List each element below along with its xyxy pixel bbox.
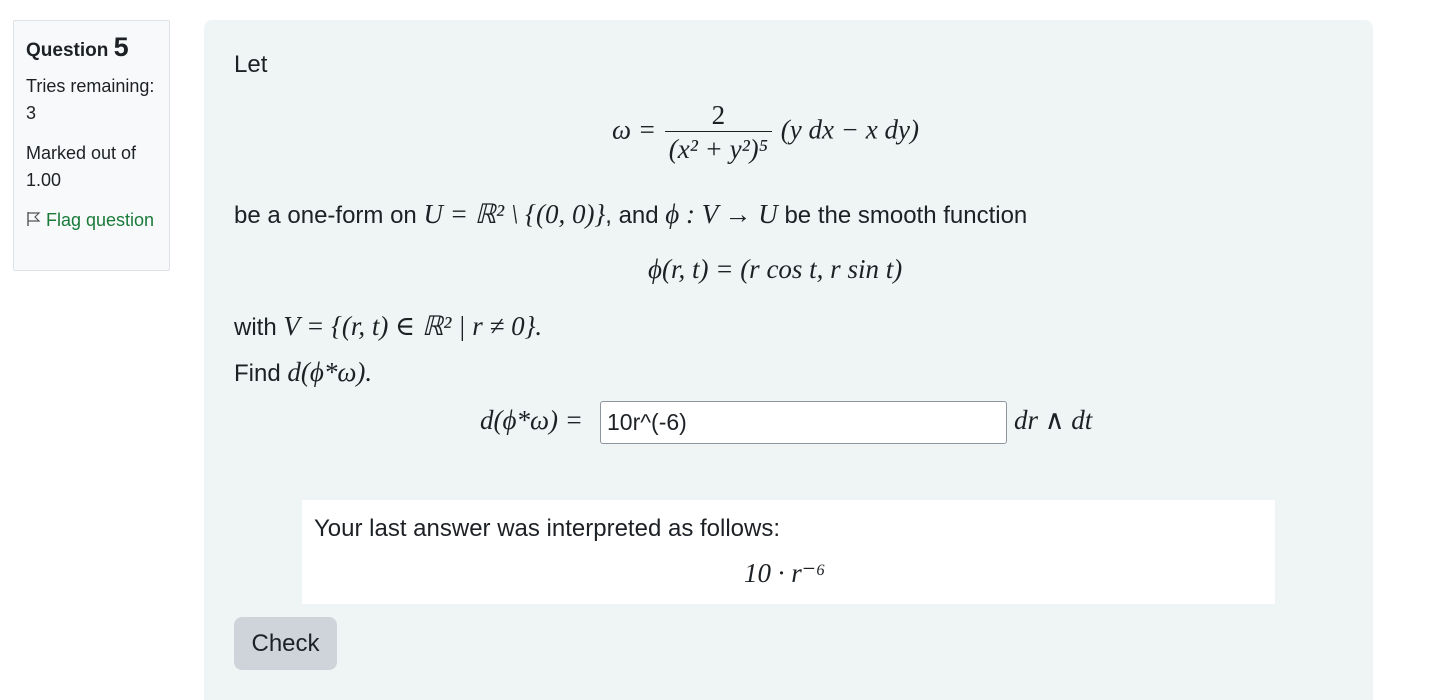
question-info-panel: Question 5 Tries remaining: 3 Marked out… (13, 20, 170, 271)
question-label: Question (26, 40, 109, 61)
omega-definition: ω = 2 (x² + y²)⁵ (y dx − x dy) (612, 100, 919, 165)
feedback-interpreted: 10 · r⁻⁶ (744, 558, 825, 589)
answer-lhs: d(ϕ*ω) = (480, 405, 583, 436)
marked-out-of: Marked out of 1.00 (26, 143, 137, 190)
answer-rhs-text: dr ∧ dt (1014, 405, 1093, 435)
flag-question-link[interactable]: Flag question (26, 207, 157, 234)
intro-text: Let (234, 51, 268, 78)
flag-outline-icon (27, 212, 41, 226)
tries-remaining: Tries remaining: 3 (26, 76, 155, 123)
find-pre: Find (234, 360, 281, 387)
line-one-form: be a one-form on U = ℝ² \ {(0, 0)}, and … (234, 199, 1027, 231)
flag-question-label: Flag question (46, 210, 155, 230)
answer-feedback: Your last answer was interpreted as foll… (302, 500, 1275, 604)
omega-lhs: ω = (612, 114, 657, 145)
answer-input[interactable] (600, 401, 1007, 444)
question-number-value: 5 (113, 32, 129, 62)
omega-fraction: 2 (x² + y²)⁵ (664, 100, 773, 165)
line2-post: be the smooth function (784, 202, 1028, 229)
omega-rest: (y dx − x dy) (780, 114, 919, 145)
phi-definition: ϕ(r, t) = (r cos t, r sin t) (648, 254, 902, 285)
omega-denominator: (x² + y²)⁵ (664, 131, 773, 165)
line2-mid: , and (605, 202, 659, 229)
feedback-label: Your last answer was interpreted as foll… (314, 515, 781, 542)
find-line: Find d(ϕ*ω). (234, 357, 372, 389)
question-content: Let ω = 2 (x² + y²)⁵ (y dx − x dy) be a … (204, 20, 1373, 700)
line3-pre: with (234, 314, 277, 341)
line2-math-phi: ϕ : V → U (665, 199, 778, 229)
check-button[interactable]: Check (234, 617, 337, 670)
line2-pre: be a one-form on (234, 202, 417, 229)
line2-math-u: U = ℝ² \ {(0, 0)} (423, 199, 606, 229)
feedback-interpreted-text: 10 · r⁻⁶ (744, 558, 826, 588)
omega-numerator: 2 (711, 100, 726, 130)
answer-rhs: dr ∧ dt (1014, 405, 1092, 436)
line3-math: V = {(r, t) ∈ ℝ² | r ≠ 0}. (283, 311, 543, 341)
answer-lhs-text: d(ϕ*ω) = (480, 405, 583, 435)
question-number: Question 5 (26, 31, 157, 67)
line-with-v: with V = {(r, t) ∈ ℝ² | r ≠ 0}. (234, 311, 542, 343)
phi-def-text: ϕ(r, t) = (r cos t, r sin t) (648, 254, 903, 284)
find-math: d(ϕ*ω). (287, 357, 373, 387)
